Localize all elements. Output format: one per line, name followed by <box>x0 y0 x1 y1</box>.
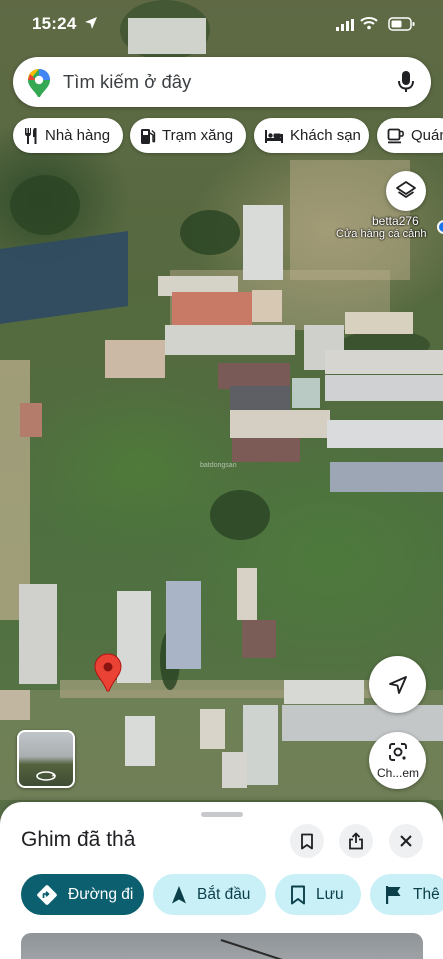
street-view-thumbnail[interactable] <box>17 730 75 788</box>
map-watermark: batdongsan <box>200 462 237 469</box>
start-label: Bắt đầu <box>197 885 251 903</box>
cellular-signal-icon <box>336 18 354 36</box>
maps-logo-icon <box>27 68 51 103</box>
fork-knife-icon <box>25 127 37 144</box>
chip-label: Khách sạn <box>290 127 361 144</box>
directions-icon <box>37 884 57 905</box>
bed-icon <box>265 129 283 143</box>
action-buttons: Đường đi Bắt đầu Lưu Thê <box>0 874 443 916</box>
layers-icon <box>396 181 416 198</box>
add-label-text: Thê <box>413 885 440 903</box>
location-arrow-icon <box>84 16 98 35</box>
share-icon <box>349 832 363 850</box>
navigation-arrow-icon <box>388 675 407 694</box>
save-label: Lưu <box>316 885 344 903</box>
coffee-cup-icon <box>387 128 404 143</box>
status-bar: 15:24 <box>0 0 443 50</box>
chip-label: Nhà hàng <box>45 127 111 144</box>
place-photo[interactable] <box>21 933 423 959</box>
place-sheet[interactable]: Ghim đã thả Đường đi Bắt đầu Lưu Thê <box>0 802 443 959</box>
close-icon <box>400 835 412 847</box>
bookmark-icon <box>301 833 313 849</box>
lens-label: Ch...em <box>376 766 419 780</box>
poi-label[interactable]: betta276 Cửa hàng cá cảnh <box>336 214 427 240</box>
bookmark-icon <box>291 885 305 904</box>
directions-label: Đường đi <box>68 885 134 903</box>
flag-icon <box>386 885 401 904</box>
lens-button[interactable]: Ch...em <box>369 732 426 789</box>
share-button[interactable] <box>339 824 373 858</box>
chip-label: Quán <box>411 127 443 144</box>
start-button[interactable]: Bắt đầu <box>153 874 266 915</box>
chip-gas-stations[interactable]: Trạm xăng <box>130 118 246 153</box>
chip-cafes[interactable]: Quán <box>377 118 443 153</box>
sheet-title: Ghim đã thả <box>21 828 136 851</box>
wifi-icon <box>360 16 378 35</box>
save-button[interactable]: Lưu <box>275 874 361 915</box>
layers-button[interactable] <box>386 171 426 211</box>
category-chips: Nhà hàng Trạm xăng Khách sạn Quán <box>13 118 443 154</box>
status-time: 15:24 <box>32 14 77 33</box>
chip-restaurants[interactable]: Nhà hàng <box>13 118 123 153</box>
save-icon-button[interactable] <box>290 824 324 858</box>
search-input[interactable]: Tìm kiếm ở đây <box>63 71 191 93</box>
navigation-arrow-icon <box>172 885 186 903</box>
my-location-button[interactable] <box>369 656 426 713</box>
search-bar[interactable]: Tìm kiếm ở đây <box>13 57 431 107</box>
poi-category: Cửa hàng cá cảnh <box>336 228 427 240</box>
directions-button[interactable]: Đường đi <box>21 874 144 915</box>
battery-icon <box>388 16 416 37</box>
rotate-360-icon <box>35 769 57 786</box>
camera-lens-icon <box>389 743 407 761</box>
poi-name: betta276 <box>372 214 419 228</box>
dropped-pin-icon[interactable] <box>93 653 123 698</box>
add-label-button[interactable]: Thê <box>370 874 443 915</box>
gas-station-icon <box>141 128 156 144</box>
close-button[interactable] <box>389 824 423 858</box>
microphone-icon[interactable] <box>398 70 414 99</box>
chip-hotels[interactable]: Khách sạn <box>254 118 369 153</box>
chip-label: Trạm xăng <box>162 127 234 144</box>
poi-marker-icon[interactable] <box>437 220 443 234</box>
sheet-drag-handle[interactable] <box>201 812 243 817</box>
